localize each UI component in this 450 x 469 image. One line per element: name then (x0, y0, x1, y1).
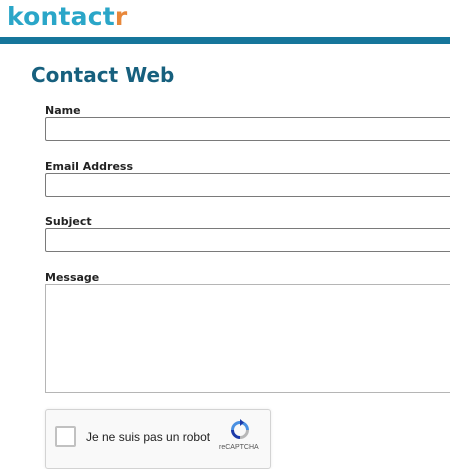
message-textarea[interactable] (45, 284, 450, 393)
message-label: Message (45, 271, 100, 284)
subject-label: Subject (45, 215, 92, 228)
header-bar (0, 37, 450, 44)
recaptcha-icon (231, 419, 249, 439)
kontactr-logo[interactable]: kontactr (7, 2, 127, 32)
email-label: Email Address (45, 160, 134, 173)
page-title: Contact Web (31, 63, 175, 87)
name-input[interactable] (45, 117, 450, 141)
subject-input[interactable] (45, 228, 450, 252)
recaptcha-widget: Je ne suis pas un robot reCAPTCHA (45, 409, 271, 469)
recaptcha-checkbox[interactable] (55, 426, 76, 447)
recaptcha-label: Je ne suis pas un robot (86, 430, 211, 444)
logo-text: kontact (7, 2, 115, 31)
logo-accent-letter: r (114, 2, 128, 31)
name-label: Name (45, 104, 81, 117)
email-input[interactable] (45, 173, 450, 197)
